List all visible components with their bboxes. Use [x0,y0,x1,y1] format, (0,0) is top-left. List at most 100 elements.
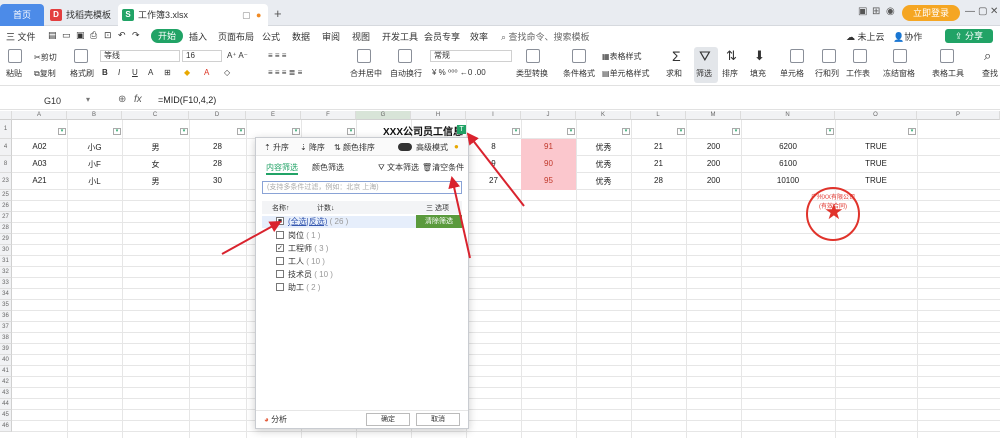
menu-file[interactable]: 三 文件 [6,30,36,43]
cell-age[interactable]: 28 [189,142,246,151]
border-icon[interactable]: ⊞ [164,68,171,77]
ok-button[interactable]: 确定 [366,413,410,426]
sort-by-count[interactable]: 计数↓ [317,203,335,213]
cut-button[interactable]: ✂剪切 [34,52,57,63]
freeze-button[interactable]: 冻结窗格 [883,68,915,79]
sort-asc-button[interactable]: ⇡ 升序 [264,142,289,153]
column-header[interactable]: A [12,111,67,120]
cell-gender[interactable]: 女 [122,159,189,170]
cell-salary[interactable]: 10100 [741,176,835,185]
unsaved-dot-icon[interactable]: ● [256,4,261,26]
cell-score[interactable]: 90 [521,159,576,168]
formula-input[interactable]: =MID(F10,4,2) [158,95,216,105]
number-format-select[interactable]: 常规 [430,50,512,62]
cell-bonus[interactable]: 200 [686,176,741,185]
command-search[interactable]: ⌕ 查找命令、搜索模板 [501,30,590,43]
column-filter-button[interactable]: ▾ [567,128,575,135]
column-filter-button[interactable]: ▾ [347,128,355,135]
cell-days[interactable]: 21 [631,142,686,151]
filter-item[interactable]: 工人 ( 10 ) [276,256,325,268]
cell-age[interactable]: 28 [189,159,246,168]
save-icon[interactable]: ▣ [76,30,85,41]
menu-view[interactable]: 视图 [352,30,370,43]
cell-grade[interactable]: 优秀 [576,142,631,153]
column-header[interactable]: J [521,111,576,120]
cell-grade[interactable]: 优秀 [576,159,631,170]
cell-score[interactable]: 95 [521,176,576,185]
clear-format-icon[interactable]: ◇ [224,68,230,77]
cell-days[interactable]: 28 [631,176,686,185]
tab-template[interactable]: D 找稻壳模板 [46,4,116,26]
menu-review[interactable]: 审阅 [322,30,340,43]
row-header[interactable]: 35 [0,300,12,311]
comment-icon[interactable]: ▢ [242,4,251,26]
fill-color-icon[interactable]: ◆ [184,68,190,77]
cell-flag[interactable]: TRUE [835,142,917,151]
column-filter-button[interactable]: ▾ [237,128,245,135]
options-button[interactable]: 三 选项 [426,203,449,213]
menu-start[interactable]: 开始 [151,29,183,43]
cell-salary[interactable]: 6200 [741,142,835,151]
bold-icon[interactable]: B [102,68,108,77]
filter-item[interactable]: 技术员 ( 10 ) [276,269,333,281]
minimize-icon[interactable]: — [965,6,975,17]
checkbox[interactable]: ✓ [276,244,284,252]
cell-age[interactable]: 30 [189,176,246,185]
strikethrough-icon[interactable]: A [148,68,153,77]
row-header[interactable]: 1 [0,120,12,139]
checkbox[interactable] [276,231,284,239]
cell-days[interactable]: 21 [631,159,686,168]
align-left-icon[interactable]: ≡ ≡ ≡ ≣ ≡ [268,68,302,77]
row-header[interactable]: 31 [0,256,12,267]
column-header[interactable]: B [67,111,122,120]
row-header[interactable]: 41 [0,366,12,377]
row-header[interactable]: 28 [0,223,12,234]
filter-item[interactable]: 助工 ( 2 ) [276,282,320,294]
print-icon[interactable]: ⎙ [90,30,97,41]
clear-filter-button[interactable]: 清除筛选 [416,215,462,228]
currency-format-icon[interactable]: ¥ % ⁰⁰⁰ ←0 .00 [432,68,486,77]
advanced-mode-toggle[interactable] [398,143,412,151]
zoom-formula-icon[interactable]: ⊕ [118,94,126,105]
cell-button[interactable]: 单元格 [780,68,804,79]
align-top-icon[interactable]: ≡ ≡ ≡ [268,51,286,60]
corner-cell[interactable] [0,111,12,120]
cell-bonus[interactable]: 200 [686,142,741,151]
type-convert-button[interactable]: 类型转换 [516,68,548,79]
column-filter-button[interactable]: ▾ [908,128,916,135]
row-header[interactable]: 25 [0,190,12,201]
active-filter-icon[interactable]: T [457,125,466,134]
font-size-select[interactable]: 16 [182,50,222,62]
column-header[interactable]: H [411,111,466,120]
find-button[interactable]: 查找 [982,68,998,79]
filter-item[interactable]: ■ (全选|反选) ( 26 ) [276,216,348,228]
cancel-button[interactable]: 取消 [416,413,460,426]
checkbox[interactable]: ■ [276,217,284,225]
filter-search-input[interactable]: (支持多条件过滤，例如：北京 上海) [262,181,462,194]
undo-icon[interactable]: ↶ [118,30,126,41]
sheet-title[interactable]: XXX公司员工信息 [383,123,463,138]
column-header[interactable]: L [631,111,686,120]
spreadsheet-grid[interactable]: A B C D E F G H I J K L M N O P 1 4 8 23… [0,111,1000,438]
home-tab[interactable]: 首页 [0,4,44,26]
row-header[interactable]: 33 [0,278,12,289]
grid-icon[interactable]: ⊞ [872,6,880,17]
paste-icon[interactable] [8,49,22,63]
cell-name[interactable]: 小F [67,159,122,170]
cell-salary[interactable]: 6100 [741,159,835,168]
column-filter-button[interactable]: ▾ [512,128,520,135]
format-painter-button[interactable]: 格式刷 [70,68,94,79]
underline-icon[interactable]: U [132,68,138,77]
column-filter-button[interactable]: ▾ [180,128,188,135]
tab-content-filter[interactable]: 内容筛选 [266,162,298,175]
row-header[interactable]: 30 [0,245,12,256]
row-header[interactable]: 46 [0,421,12,432]
add-tab-icon[interactable]: + [274,6,282,21]
maximize-icon[interactable]: ▢ [978,6,987,17]
cell-id[interactable]: A02 [12,142,67,151]
column-filter-button[interactable]: ▾ [826,128,834,135]
cell-id[interactable]: A21 [12,176,67,185]
row-header[interactable]: 34 [0,289,12,300]
sort-by-name[interactable]: 名称↑ [272,203,290,213]
cell-style-button[interactable]: ▤单元格样式 [602,68,650,79]
